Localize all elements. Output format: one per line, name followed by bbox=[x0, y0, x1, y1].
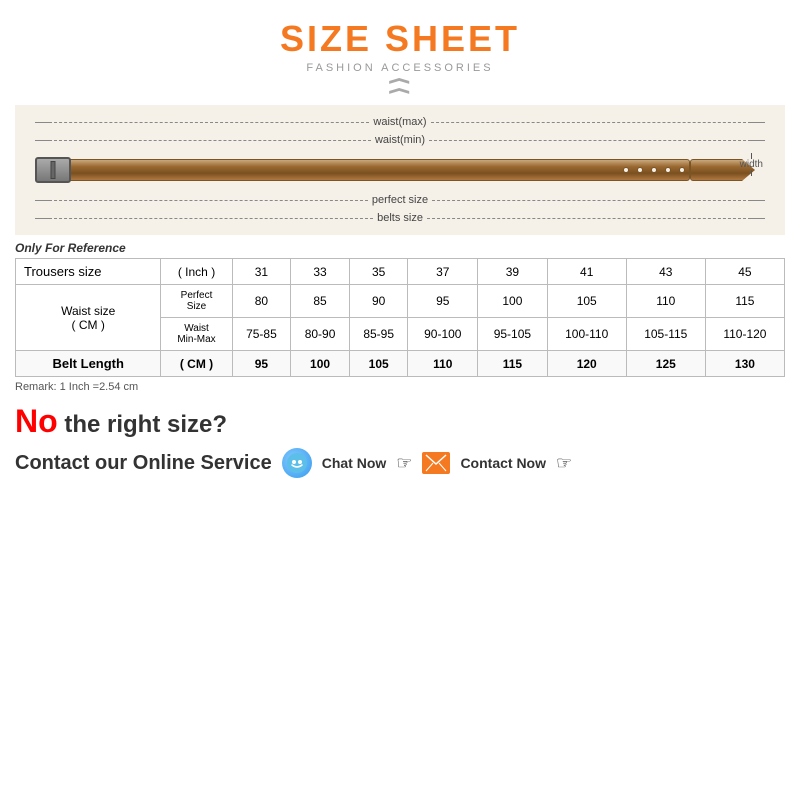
trousers-header: Trousers size bbox=[16, 259, 161, 285]
no-right-size-text: No the right size? bbox=[15, 403, 785, 440]
belt-length-row: Belt Length ( CM ) 95 100 105 110 115 12… bbox=[16, 351, 785, 377]
bl-31: 95 bbox=[232, 351, 291, 377]
belt-cm-label: ( CM ) bbox=[161, 351, 232, 377]
perfect-size-row-data: Waist size( CM ) PerfectSize 80 85 90 95… bbox=[16, 285, 785, 318]
size-41: 41 bbox=[547, 259, 626, 285]
size-43: 43 bbox=[626, 259, 705, 285]
bl-39: 115 bbox=[478, 351, 548, 377]
hand-contact-icon: ☞ bbox=[556, 453, 572, 474]
bl-41: 120 bbox=[547, 351, 626, 377]
ps-33: 85 bbox=[291, 285, 350, 318]
belts-size-row: belts size bbox=[35, 209, 765, 227]
waist-min-label: waist(min) bbox=[371, 134, 429, 146]
wm-35: 85-95 bbox=[349, 318, 408, 351]
belts-size-label: belts size bbox=[373, 212, 427, 224]
wm-45: 110-120 bbox=[705, 318, 784, 351]
reference-note: Only For Reference bbox=[15, 241, 785, 255]
size-31: 31 bbox=[232, 259, 291, 285]
chat-now-button[interactable]: Chat Now bbox=[322, 455, 387, 471]
perfect-size-label: perfect size bbox=[368, 194, 432, 206]
width-label: width bbox=[738, 159, 765, 170]
contact-label: Contact our Online Service bbox=[15, 452, 272, 475]
size-35: 35 bbox=[349, 259, 408, 285]
perfect-size-row: perfect size bbox=[35, 191, 765, 209]
bl-45: 130 bbox=[705, 351, 784, 377]
bl-43: 125 bbox=[626, 351, 705, 377]
wm-39: 95-105 bbox=[478, 318, 548, 351]
waist-min-row: waist(min) bbox=[35, 131, 765, 149]
bl-33: 100 bbox=[291, 351, 350, 377]
bl-35: 105 bbox=[349, 351, 408, 377]
waist-max-row: waist(max) bbox=[35, 113, 765, 131]
wm-43: 105-115 bbox=[626, 318, 705, 351]
belt-diagram: waist(max) waist(min) bbox=[15, 105, 785, 235]
no-text: No bbox=[15, 403, 58, 439]
ps-35: 90 bbox=[349, 285, 408, 318]
inch-header: ( Inch ) bbox=[161, 259, 232, 285]
chat-icon bbox=[282, 448, 312, 478]
wm-41: 100-110 bbox=[547, 318, 626, 351]
ps-37: 95 bbox=[408, 285, 478, 318]
ps-31: 80 bbox=[232, 285, 291, 318]
contact-section: Contact our Online Service Chat Now ☞ bbox=[15, 448, 785, 478]
size-37: 37 bbox=[408, 259, 478, 285]
contact-now-button[interactable]: Contact Now bbox=[460, 455, 546, 471]
wm-37: 90-100 bbox=[408, 318, 478, 351]
ps-43: 110 bbox=[626, 285, 705, 318]
perfect-size-sublabel: PerfectSize bbox=[161, 285, 232, 318]
chevron-icon: ❰❰ bbox=[390, 76, 410, 96]
ps-45: 115 bbox=[705, 285, 784, 318]
ps-39: 100 bbox=[478, 285, 548, 318]
size-39: 39 bbox=[478, 259, 548, 285]
ps-41: 105 bbox=[547, 285, 626, 318]
wm-31: 75-85 bbox=[232, 318, 291, 351]
page-title: SIZE SHEET bbox=[15, 18, 785, 60]
remark-text: Remark: 1 Inch =2.54 cm bbox=[15, 381, 785, 393]
belt-length-label: Belt Length bbox=[16, 351, 161, 377]
wm-33: 80-90 bbox=[291, 318, 350, 351]
waist-minmax-sublabel: WaistMin-Max bbox=[161, 318, 232, 351]
sub-title: FASHION ACCESSORIES bbox=[15, 62, 785, 74]
waist-label: Waist size( CM ) bbox=[16, 285, 161, 351]
hand-chat-icon: ☞ bbox=[396, 453, 412, 474]
size-33: 33 bbox=[291, 259, 350, 285]
right-size-suffix: the right size? bbox=[58, 411, 227, 438]
size-table: Trousers size ( Inch ) 31 33 35 37 39 41… bbox=[15, 258, 785, 377]
size-45: 45 bbox=[705, 259, 784, 285]
waist-max-label: waist(max) bbox=[369, 116, 430, 128]
no-size-section: No the right size? Contact our Online Se… bbox=[15, 403, 785, 478]
bl-37: 110 bbox=[408, 351, 478, 377]
mail-icon bbox=[422, 452, 450, 474]
